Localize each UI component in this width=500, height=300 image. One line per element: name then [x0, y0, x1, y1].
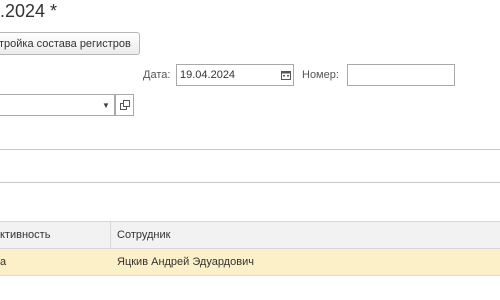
open-window-icon — [119, 100, 130, 110]
column-separator[interactable] — [110, 222, 111, 248]
number-field[interactable] — [347, 64, 455, 86]
cell-activity: а — [0, 256, 7, 268]
open-button[interactable] — [115, 94, 134, 116]
date-value: 19.04.2024 — [180, 69, 236, 81]
column-header-activity[interactable]: ктивность — [0, 222, 50, 248]
divider-top — [0, 149, 500, 150]
table-header: ктивность Сотрудник — [0, 221, 500, 249]
column-header-employee[interactable]: Сотрудник — [117, 222, 170, 248]
cell-employee: Яцкив Андрей Эдуардович — [117, 256, 254, 268]
calendar-icon — [280, 71, 291, 80]
dropdown-button[interactable]: ▼ — [98, 95, 114, 115]
number-label: Номер: — [302, 69, 339, 81]
table-row[interactable]: а Яцкив Андрей Эдуардович — [0, 249, 500, 276]
date-label: Дата: — [143, 69, 171, 81]
chevron-down-icon: ▼ — [102, 100, 110, 110]
calendar-button[interactable] — [277, 65, 294, 85]
divider-bottom — [0, 182, 500, 183]
document-title: .2024 * — [0, 1, 58, 21]
register-settings-button[interactable]: тройка состава регистров — [0, 32, 140, 55]
